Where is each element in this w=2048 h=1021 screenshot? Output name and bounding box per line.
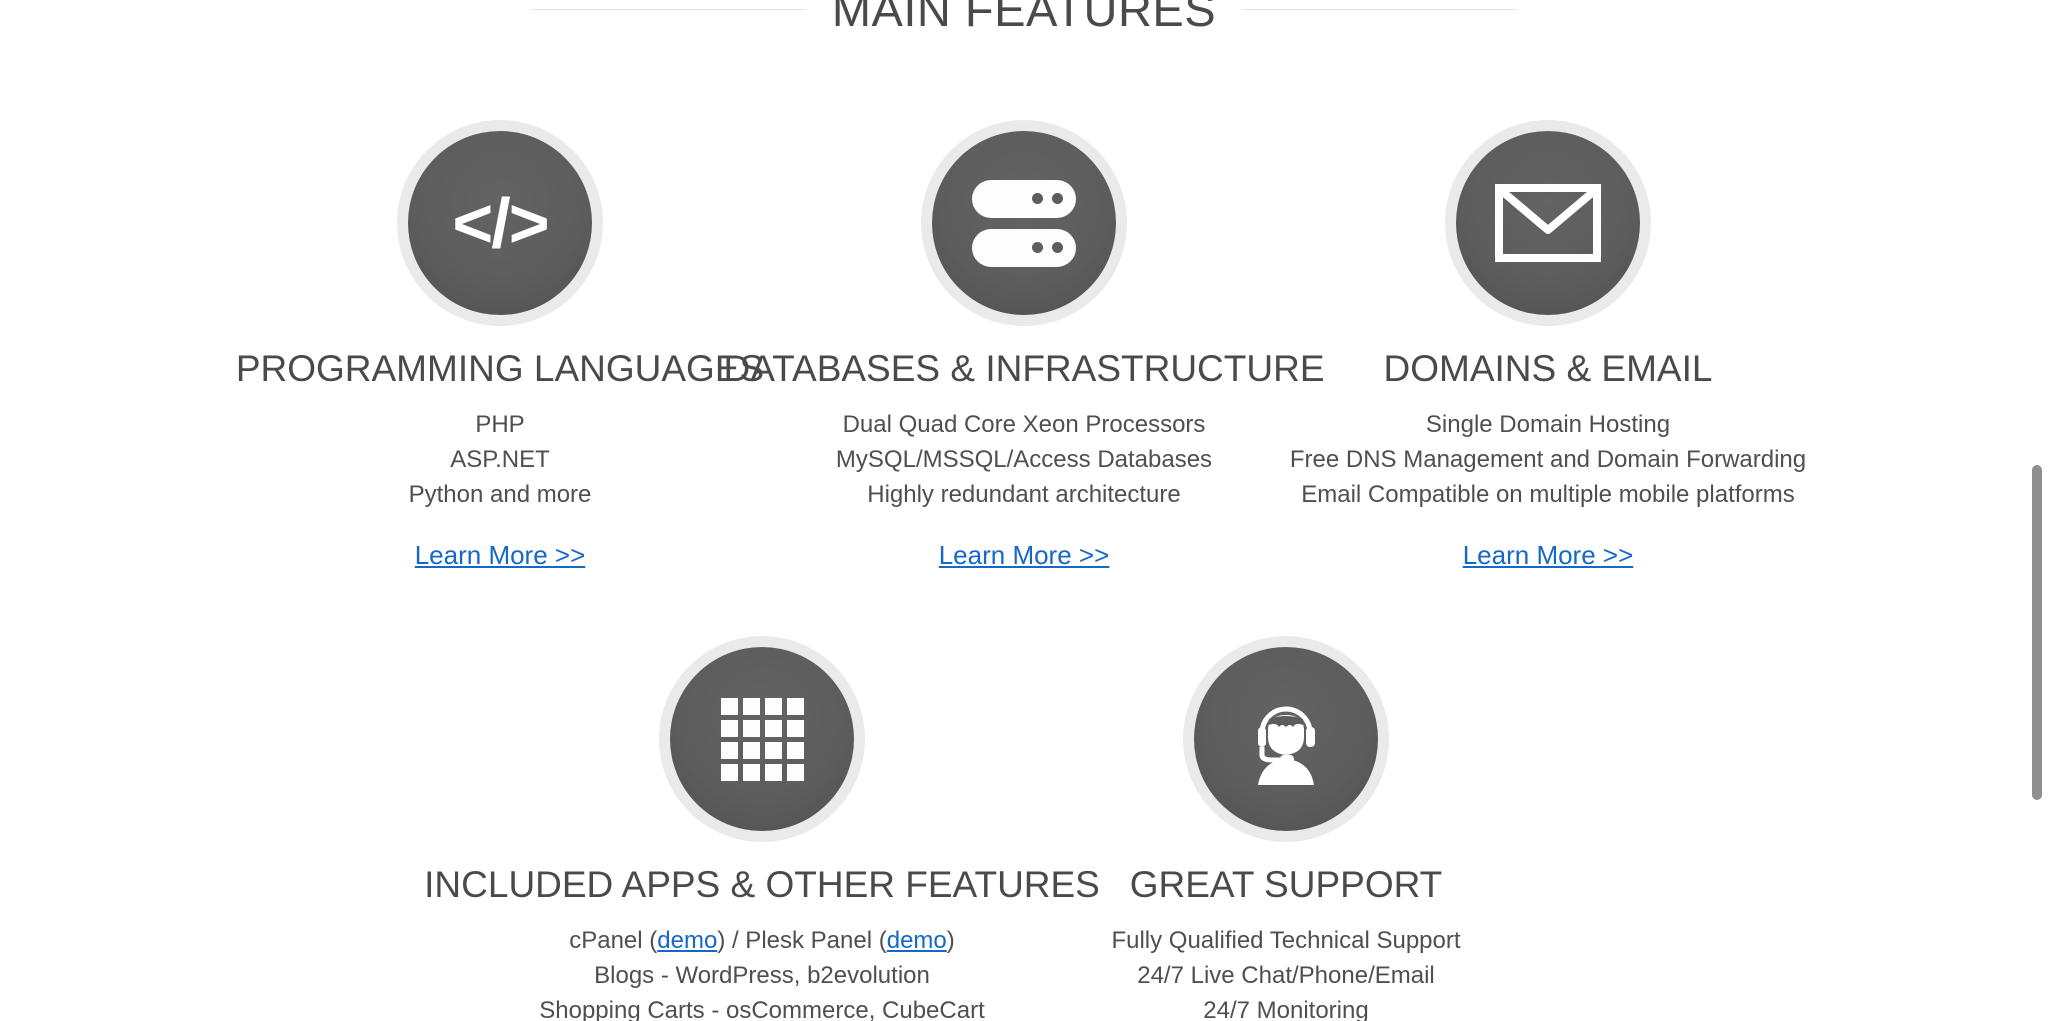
title-rule-left (530, 9, 806, 10)
feature-line: MySQL/MSSQL/Access Databases (835, 445, 1213, 473)
cpanel-text-mid: ) / Plesk Panel ( (717, 926, 887, 954)
feature-card-databases-infrastructure: DATABASES & INFRASTRUCTURE Dual Quad Cor… (724, 120, 1325, 571)
learn-more-link[interactable]: Learn More >> (939, 540, 1110, 571)
envelope-icon-badge (1445, 120, 1651, 326)
section-title-group: MAIN FEATURES (0, 0, 2048, 33)
scrollbar-thumb[interactable] (2032, 465, 2042, 800)
plesk-demo-link[interactable]: demo (887, 927, 947, 954)
features-row-bottom: INCLUDED APPS & OTHER FEATURES cPanel (d… (0, 636, 2048, 1021)
feature-line: Blogs - WordPress, b2evolution (594, 961, 930, 989)
support-agent-icon-badge (1183, 636, 1389, 842)
feature-line: Fully Qualified Technical Support (1111, 926, 1461, 954)
feature-line: ASP.NET (450, 445, 550, 473)
page-title: MAIN FEATURES (831, 0, 1217, 36)
feature-detail-lines: cPanel (demo) / Plesk Panel (demo) Blogs… (539, 923, 985, 1021)
support-agent-icon (1258, 706, 1315, 785)
learn-more-link[interactable]: Learn More >> (415, 540, 586, 571)
features-row-top: </> PROGRAMMING LANGUAGES PHP ASP.NET Py… (0, 120, 2048, 571)
feature-heading: GREAT SUPPORT (1129, 864, 1443, 905)
feature-line: Dual Quad Core Xeon Processors (842, 410, 1206, 438)
feature-line: Python and more (408, 480, 592, 508)
feature-line: Highly redundant architecture (867, 480, 1181, 508)
feature-heading: DATABASES & INFRASTRUCTURE (723, 348, 1325, 389)
features-page: MAIN FEATURES </> PROGRAMMING LANGUAGES … (0, 0, 2048, 1021)
feature-card-programming-languages: </> PROGRAMMING LANGUAGES PHP ASP.NET Py… (235, 120, 765, 571)
server-icon (972, 179, 1076, 267)
envelope-icon (1495, 184, 1601, 262)
cpanel-demo-link[interactable]: demo (657, 927, 717, 954)
server-icon-badge (921, 120, 1127, 326)
feature-heading: DOMAINS & EMAIL (1383, 348, 1713, 389)
feature-line: 24/7 Live Chat/Phone/Email (1137, 961, 1435, 989)
feature-detail-lines: PHP ASP.NET Python and more (409, 407, 592, 512)
feature-line-cpanel: cPanel (demo) / Plesk Panel (demo) (539, 923, 985, 958)
feature-heading: INCLUDED APPS & OTHER FEATURES (424, 864, 1100, 905)
learn-more-link[interactable]: Learn More >> (1463, 540, 1634, 571)
feature-card-included-apps: INCLUDED APPS & OTHER FEATURES cPanel (d… (424, 636, 1100, 1021)
vertical-scrollbar[interactable] (2026, 0, 2048, 1021)
feature-detail-lines: Single Domain Hosting Free DNS Managemen… (1290, 407, 1806, 512)
grid-apps-icon-badge (659, 636, 865, 842)
feature-line: 24/7 Monitoring (1203, 996, 1369, 1021)
feature-line: PHP (475, 410, 525, 438)
feature-line: Free DNS Management and Domain Forwardin… (1289, 445, 1807, 473)
feature-detail-lines: Dual Quad Core Xeon Processors MySQL/MSS… (836, 407, 1212, 512)
feature-line: Email Compatible on multiple mobile plat… (1301, 480, 1795, 508)
grid-apps-icon (720, 697, 804, 781)
feature-line: Shopping Carts - osCommerce, CubeCart (539, 996, 985, 1021)
code-icon-badge: </> (397, 120, 603, 326)
code-icon: </> (452, 184, 549, 262)
feature-heading: PROGRAMMING LANGUAGES (235, 348, 765, 389)
cpanel-text-post: ) (946, 926, 955, 954)
title-rule-right (1242, 9, 1518, 10)
feature-detail-lines: Fully Qualified Technical Support 24/7 L… (1111, 923, 1460, 1021)
feature-card-great-support: GREAT SUPPORT Fully Qualified Technical … (1024, 636, 1548, 1021)
feature-card-domains-email: DOMAINS & EMAIL Single Domain Hosting Fr… (1286, 120, 1810, 571)
feature-line: Single Domain Hosting (1425, 410, 1671, 438)
cpanel-text-pre: cPanel ( (569, 926, 658, 954)
